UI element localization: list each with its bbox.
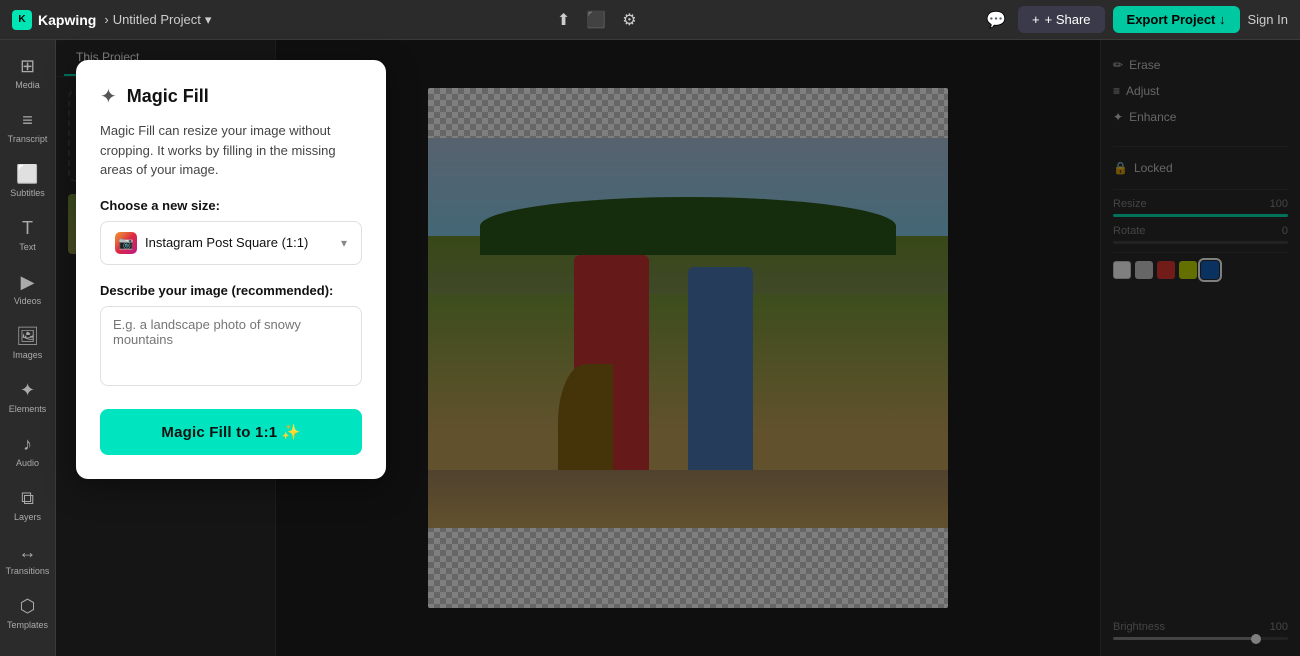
title-caret[interactable]: ▾ xyxy=(205,12,212,28)
left-sidebar: ⊞ Media ≡ Transcript ⬜ Subtitles T Text … xyxy=(0,40,56,656)
layers-icon: ⧉ xyxy=(21,488,34,509)
elements-icon: ✦ xyxy=(20,380,35,401)
transcript-icon: ≡ xyxy=(22,110,33,131)
kapwing-logo: K Kapwing xyxy=(12,10,96,30)
sidebar-item-images[interactable]: 🖼 Images xyxy=(3,318,53,368)
export-label: Export Project ↓ xyxy=(1127,12,1226,27)
sidebar-item-videos[interactable]: ▶ Videos xyxy=(3,264,53,314)
describe-textarea[interactable] xyxy=(100,306,362,386)
sidebar-item-layers[interactable]: ⧉ Layers xyxy=(3,480,53,530)
transcript-label: Transcript xyxy=(8,134,48,144)
transitions-label: Transitions xyxy=(6,566,50,576)
project-title[interactable]: Untitled Project xyxy=(113,12,201,27)
app-name: Kapwing xyxy=(38,12,96,28)
describe-label: Describe your image (recommended): xyxy=(100,283,362,298)
text-label: Text xyxy=(19,242,36,252)
upload-icon-btn[interactable]: ⬆ xyxy=(553,6,574,34)
transitions-icon: ↔ xyxy=(19,542,37,563)
sidebar-item-subtitles[interactable]: ⬜ Subtitles xyxy=(3,156,53,206)
sidebar-item-elements[interactable]: ✦ Elements xyxy=(3,372,53,422)
share-plus-icon: + xyxy=(1032,12,1040,27)
share-button[interactable]: + + Share xyxy=(1018,6,1105,33)
sidebar-item-transitions[interactable]: ↔ Transitions xyxy=(3,534,53,584)
modal-description: Magic Fill can resize your image without… xyxy=(100,121,362,180)
magic-fill-icon: ✦ xyxy=(100,84,117,109)
magic-fill-modal: ✦ Magic Fill Magic Fill can resize your … xyxy=(76,60,386,479)
screen-icon-btn[interactable]: ⬛ xyxy=(582,6,610,34)
signin-button[interactable]: Sign In xyxy=(1248,12,1288,27)
export-button[interactable]: Export Project ↓ xyxy=(1113,6,1240,33)
sidebar-item-audio[interactable]: ♪ Audio xyxy=(3,426,53,476)
settings-icon-btn[interactable]: ⚙ xyxy=(618,6,640,34)
sidebar-item-templates[interactable]: ⬡ Templates xyxy=(3,588,53,638)
breadcrumb-arrow: › xyxy=(104,12,108,27)
media-icon: ⊞ xyxy=(20,56,35,77)
magic-fill-button[interactable]: Magic Fill to 1:1 ✨ xyxy=(100,409,362,455)
elements-label: Elements xyxy=(9,404,47,414)
modal-overlay: ✦ Magic Fill Magic Fill can resize your … xyxy=(56,40,1300,656)
images-label: Images xyxy=(13,350,43,360)
instagram-icon: 📷 xyxy=(115,232,137,254)
logo-icon: K xyxy=(12,10,32,30)
topbar-right: 💬 + + Share Export Project ↓ Sign In xyxy=(982,6,1288,34)
media-label: Media xyxy=(15,80,40,90)
sidebar-item-transcript[interactable]: ≡ Transcript xyxy=(3,102,53,152)
signin-label: Sign In xyxy=(1248,12,1288,27)
magic-fill-btn-label: Magic Fill to 1:1 ✨ xyxy=(161,424,300,441)
videos-label: Videos xyxy=(14,296,41,306)
chat-icon-btn[interactable]: 💬 xyxy=(982,6,1010,34)
videos-icon: ▶ xyxy=(21,272,35,293)
subtitles-label: Subtitles xyxy=(10,188,45,198)
topbar: K Kapwing › Untitled Project ▾ ⬆ ⬛ ⚙ 💬 +… xyxy=(0,0,1300,40)
text-icon: T xyxy=(22,218,33,239)
chevron-down-icon: ▾ xyxy=(341,236,347,250)
share-label: + Share xyxy=(1045,12,1091,27)
size-dropdown[interactable]: 📷 Instagram Post Square (1:1) ▾ xyxy=(100,221,362,265)
size-option-label: Instagram Post Square (1:1) xyxy=(145,235,308,250)
sidebar-item-text[interactable]: T Text xyxy=(3,210,53,260)
breadcrumb: › Untitled Project ▾ xyxy=(104,12,211,28)
modal-title: Magic Fill xyxy=(127,86,209,107)
audio-icon: ♪ xyxy=(23,434,32,455)
audio-label: Audio xyxy=(16,458,39,468)
images-icon: 🖼 xyxy=(16,326,39,347)
templates-label: Templates xyxy=(7,620,48,630)
sidebar-item-media[interactable]: ⊞ Media xyxy=(3,48,53,98)
modal-header: ✦ Magic Fill xyxy=(100,84,362,109)
topbar-left: K Kapwing › Untitled Project ▾ xyxy=(12,10,211,30)
subtitles-icon: ⬜ xyxy=(16,164,38,185)
templates-icon: ⬡ xyxy=(20,596,36,617)
topbar-center: ⬆ ⬛ ⚙ xyxy=(553,6,641,34)
size-label: Choose a new size: xyxy=(100,198,362,213)
layers-label: Layers xyxy=(14,512,41,522)
